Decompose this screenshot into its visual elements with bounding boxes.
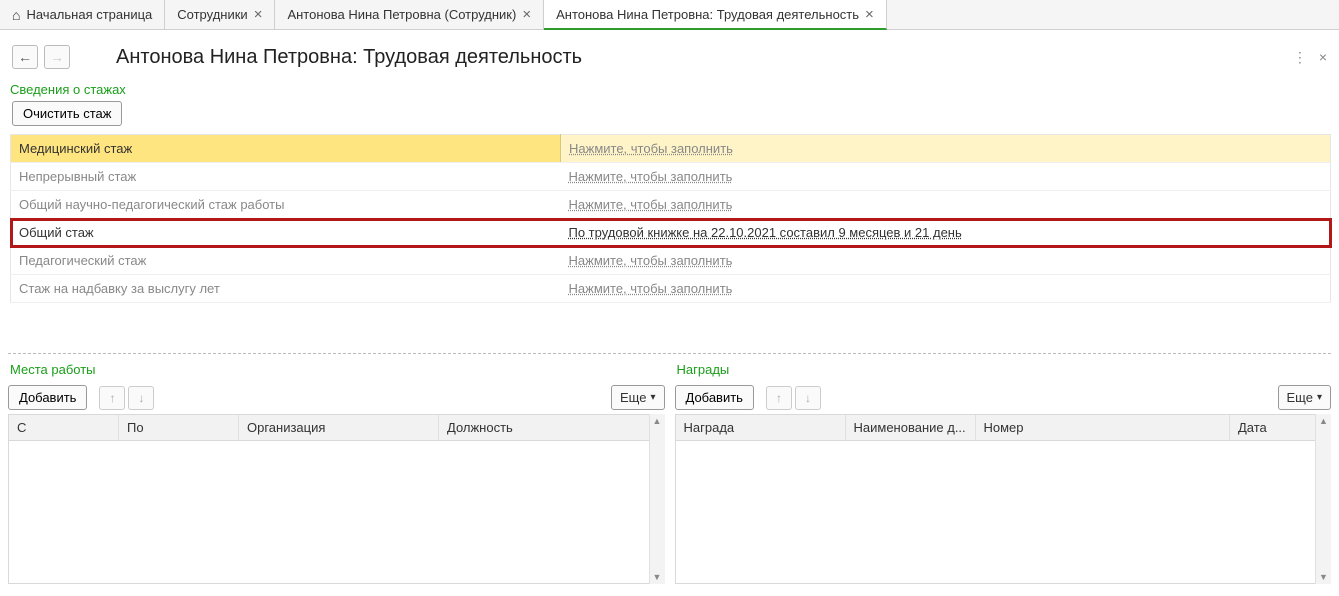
col-position[interactable]: Должность	[439, 415, 664, 440]
tab-employees[interactable]: Сотрудники ×	[165, 0, 275, 29]
add-award-button[interactable]: Добавить	[675, 385, 754, 410]
page-title: Антонова Нина Петровна: Трудовая деятель…	[116, 46, 582, 69]
stage-row[interactable]: Медицинский стаж Нажмите, чтобы заполнить	[11, 135, 1331, 163]
awards-grid[interactable]: Награда Наименование д... Номер Дата	[675, 414, 1332, 584]
kebab-icon[interactable]: ⋮	[1293, 49, 1307, 66]
tab-home[interactable]: ⌂ Начальная страница	[0, 0, 165, 29]
col-from[interactable]: С	[9, 415, 119, 440]
section-title-stages: Сведения о стажах	[0, 78, 1339, 101]
move-up-button[interactable]: ↑	[766, 386, 792, 410]
scroll-up-icon[interactable]: ▲	[1317, 414, 1331, 428]
stage-name: Медицинский стаж	[11, 135, 561, 163]
divider	[8, 353, 1331, 354]
stage-row[interactable]: Общий стаж По трудовой книжке на 22.10.20…	[11, 219, 1331, 247]
stage-row[interactable]: Стаж на надбавку за выслугу лет Нажмите, …	[11, 275, 1331, 303]
toolbar: ← → Антонова Нина Петровна: Трудовая дея…	[0, 30, 1339, 78]
more-label: Еще	[620, 390, 646, 405]
panel-workplaces: Места работы Добавить ↑ ↓ Еще ▾ С По Орг…	[8, 358, 665, 584]
stage-value-link[interactable]: Нажмите, чтобы заполнить	[569, 253, 733, 268]
stage-name: Стаж на надбавку за выслугу лет	[11, 275, 561, 303]
clear-stage-button[interactable]: Очистить стаж	[12, 101, 122, 126]
stage-name: Общий стаж	[11, 219, 561, 247]
col-to[interactable]: По	[119, 415, 239, 440]
stage-row[interactable]: Непрерывный стаж Нажмите, чтобы заполнить	[11, 163, 1331, 191]
more-button-awards[interactable]: Еще ▾	[1278, 385, 1331, 410]
stage-value-link[interactable]: Нажмите, чтобы заполнить	[569, 169, 733, 184]
section-title-awards: Награды	[675, 358, 1332, 381]
more-button-workplaces[interactable]: Еще ▾	[611, 385, 664, 410]
chevron-down-icon: ▾	[650, 392, 655, 403]
more-label: Еще	[1287, 390, 1313, 405]
tab-label: Начальная страница	[26, 7, 152, 22]
nav-forward-button[interactable]: →	[44, 45, 70, 69]
tab-label: Сотрудники	[177, 7, 247, 22]
col-number[interactable]: Номер	[976, 415, 1231, 440]
stage-row[interactable]: Педагогический стаж Нажмите, чтобы заполн…	[11, 247, 1331, 275]
stage-value-link[interactable]: Нажмите, чтобы заполнить	[569, 141, 733, 156]
scrollbar-v[interactable]: ▲ ▼	[649, 414, 665, 584]
chevron-down-icon: ▾	[1317, 392, 1322, 403]
move-up-button[interactable]: ↑	[99, 386, 125, 410]
add-workplace-button[interactable]: Добавить	[8, 385, 87, 410]
scroll-down-icon[interactable]: ▼	[1317, 570, 1331, 584]
col-award[interactable]: Награда	[676, 415, 846, 440]
home-icon: ⌂	[12, 7, 20, 23]
stage-name: Непрерывный стаж	[11, 163, 561, 191]
close-icon[interactable]: ×	[865, 6, 874, 23]
move-down-button[interactable]: ↓	[128, 386, 154, 410]
tab-employee-card[interactable]: Антонова Нина Петровна (Сотрудник) ×	[275, 0, 544, 29]
stage-value-link[interactable]: Нажмите, чтобы заполнить	[569, 281, 733, 296]
section-title-workplaces: Места работы	[8, 358, 665, 381]
close-page-icon[interactable]: ×	[1319, 49, 1327, 66]
stage-value-link[interactable]: Нажмите, чтобы заполнить	[569, 197, 733, 212]
close-icon[interactable]: ×	[522, 6, 531, 23]
stage-value-link[interactable]: По трудовой книжке на 22.10.2021 состави…	[569, 225, 962, 240]
tab-work-activity[interactable]: Антонова Нина Петровна: Трудовая деятель…	[544, 0, 887, 30]
stages-table: Медицинский стаж Нажмите, чтобы заполнить…	[10, 134, 1331, 303]
tab-label: Антонова Нина Петровна (Сотрудник)	[287, 7, 516, 22]
scrollbar-v[interactable]: ▲ ▼	[1315, 414, 1331, 584]
tab-bar: ⌂ Начальная страница Сотрудники × Антоно…	[0, 0, 1339, 30]
col-org[interactable]: Организация	[239, 415, 439, 440]
move-down-button[interactable]: ↓	[795, 386, 821, 410]
scroll-up-icon[interactable]: ▲	[650, 414, 664, 428]
tab-label: Антонова Нина Петровна: Трудовая деятель…	[556, 7, 859, 22]
nav-back-button[interactable]: ←	[12, 45, 38, 69]
panel-awards: Награды Добавить ↑ ↓ Еще ▾ Награда Наиме…	[675, 358, 1332, 584]
close-icon[interactable]: ×	[254, 6, 263, 23]
col-doc-name[interactable]: Наименование д...	[846, 415, 976, 440]
stage-name: Педагогический стаж	[11, 247, 561, 275]
stage-row[interactable]: Общий научно-педагогический стаж работы Н…	[11, 191, 1331, 219]
stage-name: Общий научно-педагогический стаж работы	[11, 191, 561, 219]
scroll-down-icon[interactable]: ▼	[650, 570, 664, 584]
workplaces-grid[interactable]: С По Организация Должность	[8, 414, 665, 584]
